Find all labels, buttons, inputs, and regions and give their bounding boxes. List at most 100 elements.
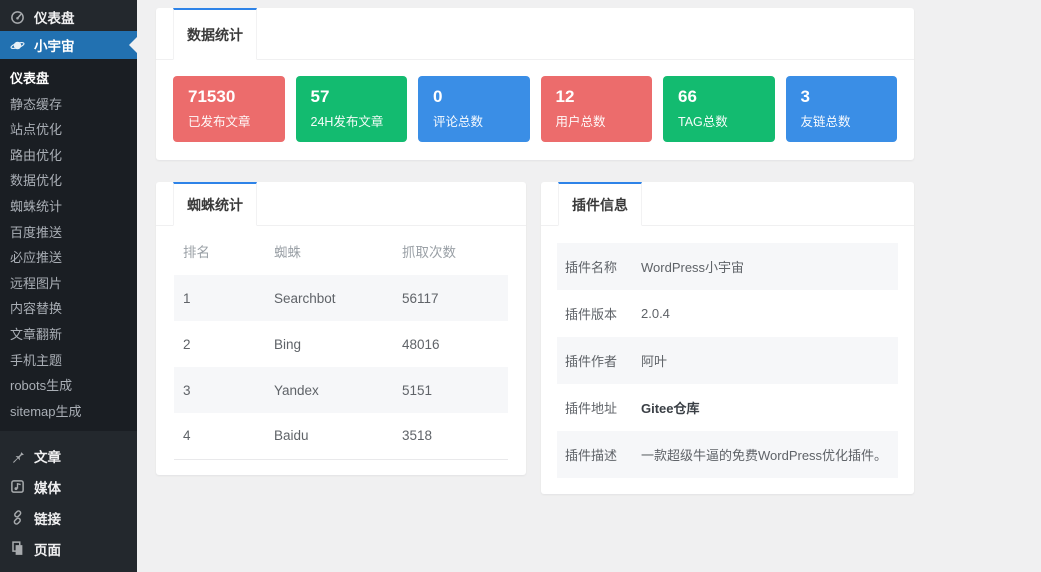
stat-label: 24H发布文章: [310, 115, 384, 129]
cell-spider: Yandex: [274, 382, 319, 398]
plugin-author-value: 阿叶: [641, 354, 668, 369]
stats-row: 71530 已发布文章 57 24H发布文章 0 评论总数 12 用户总数 66: [156, 60, 914, 160]
table-row: 1 Searchbot 56117: [174, 275, 508, 321]
stat-comments-total: 0 评论总数: [418, 76, 530, 142]
cell-rank: 1: [183, 290, 191, 306]
main-content: 数据统计 71530 已发布文章 57 24H发布文章 0 评论总数 12 用户…: [137, 0, 1041, 572]
sidebar-item-dashboard[interactable]: 仪表盘: [0, 3, 137, 31]
submenu-item-static-cache[interactable]: 静态缓存: [0, 92, 137, 118]
submenu-item-data-optimize[interactable]: 数据优化: [0, 168, 137, 194]
pin-icon: [9, 448, 25, 464]
cell-crawls: 48016: [402, 336, 440, 352]
submenu-item-robots-gen[interactable]: robots生成: [0, 373, 137, 399]
tab-data-stats[interactable]: 数据统计: [173, 8, 257, 60]
cell-rank: 2: [183, 336, 191, 352]
sidebar-top-menu: 仪表盘 小宇宙: [0, 0, 137, 59]
submenu-item-site-optimize[interactable]: 站点优化: [0, 117, 137, 143]
stat-label: 已发布文章: [188, 115, 251, 129]
col-spider: 蜘蛛: [274, 244, 301, 260]
plugin-name-value: WordPress小宇宙: [641, 260, 745, 275]
sidebar-item-partial[interactable]: [0, 564, 137, 572]
sidebar-item-pages[interactable]: 页面: [0, 533, 137, 564]
plugin-version-label: 插件版本: [565, 307, 618, 322]
stat-friend-links-total: 3 友链总数: [785, 76, 897, 142]
cell-spider: Searchbot: [274, 290, 336, 306]
plugin-name-label: 插件名称: [565, 260, 618, 275]
cell-rank: 4: [174, 413, 265, 460]
sidebar-item-label: 仪表盘: [34, 11, 75, 26]
sidebar-item-media[interactable]: 媒体: [0, 471, 137, 502]
xiaoyuzhou-submenu: 仪表盘 静态缓存 站点优化 路由优化 数据优化 蜘蛛统计 百度推送 必应推送 远…: [0, 59, 137, 432]
stat-24h-posts: 57 24H发布文章: [295, 76, 407, 142]
link-icon: [9, 510, 25, 526]
spider-stats-card: 蜘蛛统计 排名 蜘蛛 抓取次数 1 Searchbot 56117 2 Bing…: [156, 182, 526, 475]
pages-icon: [9, 541, 25, 556]
stat-label: 用户总数: [555, 115, 606, 129]
stat-value: 66: [678, 87, 697, 106]
plugin-info-list: 插件名称 WordPress小宇宙 插件版本 2.0.4 插件作者 阿叶 插件地…: [541, 226, 914, 478]
submenu-item-sitemap-gen[interactable]: sitemap生成: [0, 399, 137, 425]
table-row: 4 Baidu 3518: [174, 413, 508, 460]
spider-table: 排名 蜘蛛 抓取次数 1 Searchbot 56117 2 Bing 4801…: [174, 226, 508, 460]
submenu-item-mobile-theme[interactable]: 手机主题: [0, 348, 137, 374]
tab-plugin-info[interactable]: 插件信息: [558, 182, 642, 226]
submenu-item-bing-push[interactable]: 必应推送: [0, 245, 137, 271]
data-stats-card: 数据统计 71530 已发布文章 57 24H发布文章 0 评论总数 12 用户…: [156, 8, 914, 160]
planet-icon: [9, 38, 25, 53]
data-stats-tabbar: 数据统计: [156, 8, 914, 60]
plugin-author-row: 插件作者 阿叶: [557, 337, 898, 384]
stat-published-posts: 71530 已发布文章: [173, 76, 285, 142]
submenu-item-remote-images[interactable]: 远程图片: [0, 271, 137, 297]
sidebar-item-xiaoyuzhou[interactable]: 小宇宙: [0, 31, 137, 59]
admin-sidebar: 仪表盘 小宇宙 仪表盘 静态缓存 站点优化 路由优化 数据优化 蜘蛛统计 百度推…: [0, 0, 137, 572]
plugin-version-row: 插件版本 2.0.4: [557, 290, 898, 337]
submenu-item-spider-stats[interactable]: 蜘蛛统计: [0, 194, 137, 220]
stat-label: TAG总数: [678, 115, 728, 129]
cell-spider: Baidu: [265, 413, 393, 460]
submenu-item-dashboard[interactable]: 仪表盘: [0, 66, 137, 92]
plugin-description-value: 一款超级牛逼的免费WordPress优化插件。: [641, 448, 888, 463]
stat-value: 3: [800, 87, 810, 106]
lower-cards-row: 蜘蛛统计 排名 蜘蛛 抓取次数 1 Searchbot 56117 2 Bing…: [156, 182, 1041, 494]
plugin-name-row: 插件名称 WordPress小宇宙: [557, 243, 898, 290]
sidebar-item-posts[interactable]: 文章: [0, 440, 137, 471]
sidebar-item-links[interactable]: 链接: [0, 502, 137, 533]
stat-label: 友链总数: [800, 115, 851, 129]
submenu-item-baidu-push[interactable]: 百度推送: [0, 220, 137, 246]
wp-admin-dashboard: 仪表盘 小宇宙 仪表盘 静态缓存 站点优化 路由优化 数据优化 蜘蛛统计 百度推…: [0, 0, 1041, 572]
submenu-item-content-replace[interactable]: 内容替换: [0, 296, 137, 322]
plugin-description-label: 插件描述: [565, 448, 618, 463]
plugin-description-row: 插件描述 一款超级牛逼的免费WordPress优化插件。: [557, 431, 898, 478]
stat-value: 12: [555, 87, 575, 106]
col-rank: 排名: [183, 244, 210, 260]
dashboard-gauge-icon: [9, 10, 25, 25]
table-row: 2 Bing 48016: [174, 321, 508, 367]
spider-table-header: 排名 蜘蛛 抓取次数: [174, 226, 508, 275]
current-menu-arrow-icon: [129, 37, 137, 53]
gitee-repo-link[interactable]: Gitee仓库: [641, 398, 700, 417]
stat-value: 57: [310, 87, 330, 106]
plugin-author-label: 插件作者: [565, 354, 618, 369]
plugin-address-label: 插件地址: [565, 401, 618, 416]
stat-tags-total: 66 TAG总数: [663, 76, 775, 142]
tab-spider-stats[interactable]: 蜘蛛统计: [173, 182, 257, 226]
cell-rank: 3: [183, 382, 191, 398]
cell-crawls: 5151: [402, 382, 433, 398]
submenu-item-article-refresh[interactable]: 文章翻新: [0, 322, 137, 348]
submenu-item-route-optimize[interactable]: 路由优化: [0, 143, 137, 169]
table-row: 3 Yandex 5151: [174, 367, 508, 413]
plugin-address-row: 插件地址 Gitee仓库: [557, 384, 898, 431]
plugin-info-card: 插件信息 插件名称 WordPress小宇宙 插件版本 2.0.4 插件作者 阿…: [541, 182, 914, 494]
spider-tabbar: 蜘蛛统计: [156, 182, 526, 226]
cell-crawls: 56117: [402, 290, 439, 306]
sidebar-item-label: 媒体: [34, 480, 61, 496]
plugin-version-value: 2.0.4: [641, 306, 670, 321]
plugin-tabbar: 插件信息: [541, 182, 914, 226]
cell-crawls: 3518: [393, 413, 508, 460]
stat-label: 评论总数: [433, 115, 484, 129]
stat-value: 0: [433, 87, 443, 106]
sidebar-bottom-menu: 文章 媒体 链接 页面: [0, 440, 137, 572]
sidebar-item-label: 页面: [34, 542, 61, 558]
stat-users-total: 12 用户总数: [540, 76, 652, 142]
media-icon: [9, 479, 25, 494]
